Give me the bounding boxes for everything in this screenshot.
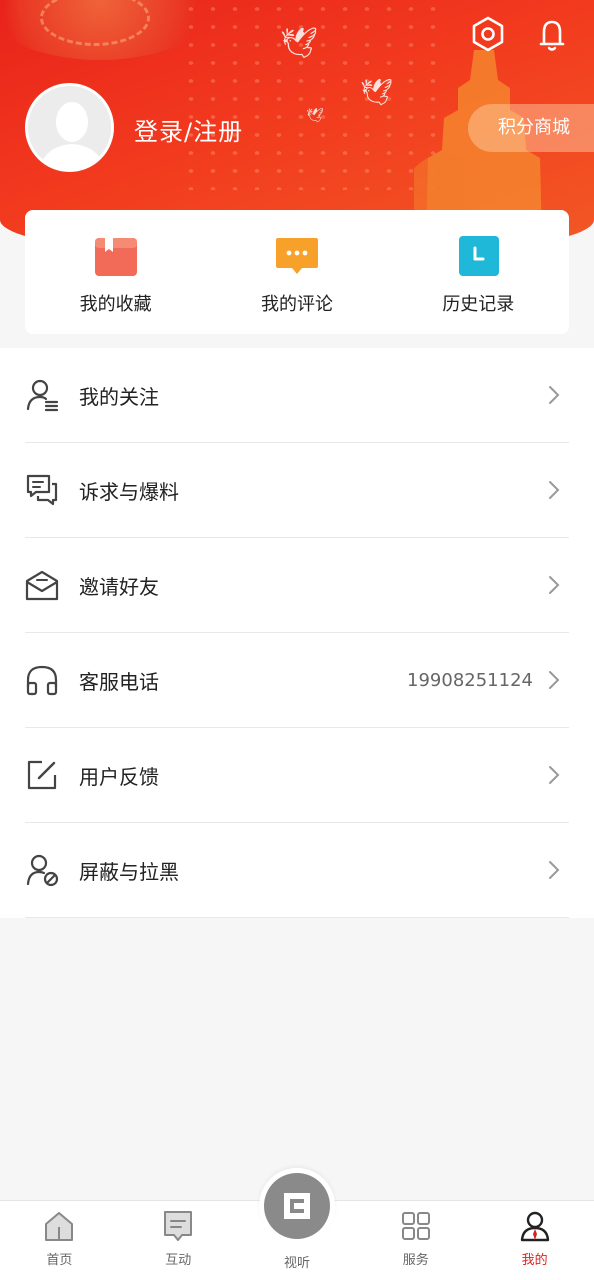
- tab-interaction[interactable]: 互动: [119, 1201, 238, 1280]
- tab-label: 首页: [46, 1253, 73, 1268]
- menu-item-block-list[interactable]: 屏蔽与拉黑: [25, 823, 569, 918]
- menu-item-label: 诉求与爆料: [79, 479, 179, 504]
- chevron-right-icon: [549, 766, 560, 784]
- chevron-right-icon: [549, 671, 560, 689]
- dove-icon: 🕊: [280, 26, 319, 61]
- login-register-link[interactable]: 登录/注册: [134, 112, 243, 147]
- chevron-right-icon: [549, 576, 560, 594]
- clock-icon: [459, 236, 500, 276]
- chevron-right-icon: [549, 386, 560, 404]
- menu-item-following[interactable]: 我的关注: [25, 348, 569, 443]
- user-block-icon: [26, 854, 59, 887]
- chat-bubbles-icon: [26, 474, 58, 506]
- dove-icon: 🕊: [360, 78, 394, 108]
- comment-icon: [275, 238, 318, 274]
- quick-action-favorites[interactable]: 我的收藏: [25, 210, 206, 334]
- menu-item-label: 用户反馈: [79, 764, 159, 789]
- user-list-icon: [26, 379, 59, 412]
- menu-item-label: 我的关注: [79, 384, 159, 409]
- tab-me[interactable]: 我的: [475, 1201, 594, 1280]
- edit-icon: [27, 760, 57, 790]
- chevron-right-icon: [549, 861, 560, 879]
- menu-item-appeals[interactable]: 诉求与爆料: [25, 443, 569, 538]
- bell-icon[interactable]: [532, 14, 572, 54]
- dove-icon: 🕊: [306, 108, 324, 124]
- headphones-icon: [26, 665, 58, 696]
- menu-item-label: 屏蔽与拉黑: [79, 859, 179, 884]
- menu-item-feedback[interactable]: 用户反馈: [25, 728, 569, 823]
- quick-action-comments[interactable]: 我的评论: [206, 210, 387, 334]
- settings-menu: 我的关注 诉求与爆料 邀请好友 客服电话 19908251124 用户反馈 屏蔽…: [0, 348, 594, 918]
- quick-action-label: 我的评论: [260, 294, 333, 315]
- user-icon: [520, 1211, 549, 1242]
- envelope-icon: [25, 570, 59, 601]
- tab-label: 我的: [521, 1253, 548, 1268]
- tab-media[interactable]: [259, 1168, 335, 1244]
- menu-item-label: 邀请好友: [79, 574, 159, 599]
- menu-item-invite-friends[interactable]: 邀请好友: [25, 538, 569, 633]
- menu-item-customer-service[interactable]: 客服电话 19908251124: [25, 633, 569, 728]
- tab-services[interactable]: 服务: [356, 1201, 475, 1280]
- points-mall-button[interactable]: 积分商城: [468, 104, 594, 152]
- tab-label: 服务: [402, 1253, 429, 1268]
- video-center-icon: [264, 1173, 330, 1239]
- tab-label: 视听: [283, 1256, 310, 1271]
- tab-label: 互动: [165, 1253, 192, 1268]
- bookmark-icon: [94, 238, 137, 276]
- quick-action-history[interactable]: 历史记录: [388, 210, 569, 334]
- default-avatar-icon: [28, 86, 111, 169]
- chevron-right-icon: [549, 481, 560, 499]
- home-icon: [45, 1212, 74, 1241]
- service-phone-number: 19908251124: [407, 669, 533, 691]
- message-icon: [164, 1211, 193, 1241]
- quick-actions-card: 我的收藏 我的评论 历史记录: [25, 210, 569, 334]
- grid-icon: [401, 1212, 430, 1240]
- menu-item-label: 客服电话: [79, 669, 159, 694]
- settings-hexagon-icon[interactable]: [468, 14, 508, 54]
- tab-home[interactable]: 首页: [0, 1201, 119, 1280]
- avatar[interactable]: [25, 83, 114, 172]
- quick-action-label: 我的收藏: [79, 294, 152, 315]
- quick-action-label: 历史记录: [442, 294, 515, 315]
